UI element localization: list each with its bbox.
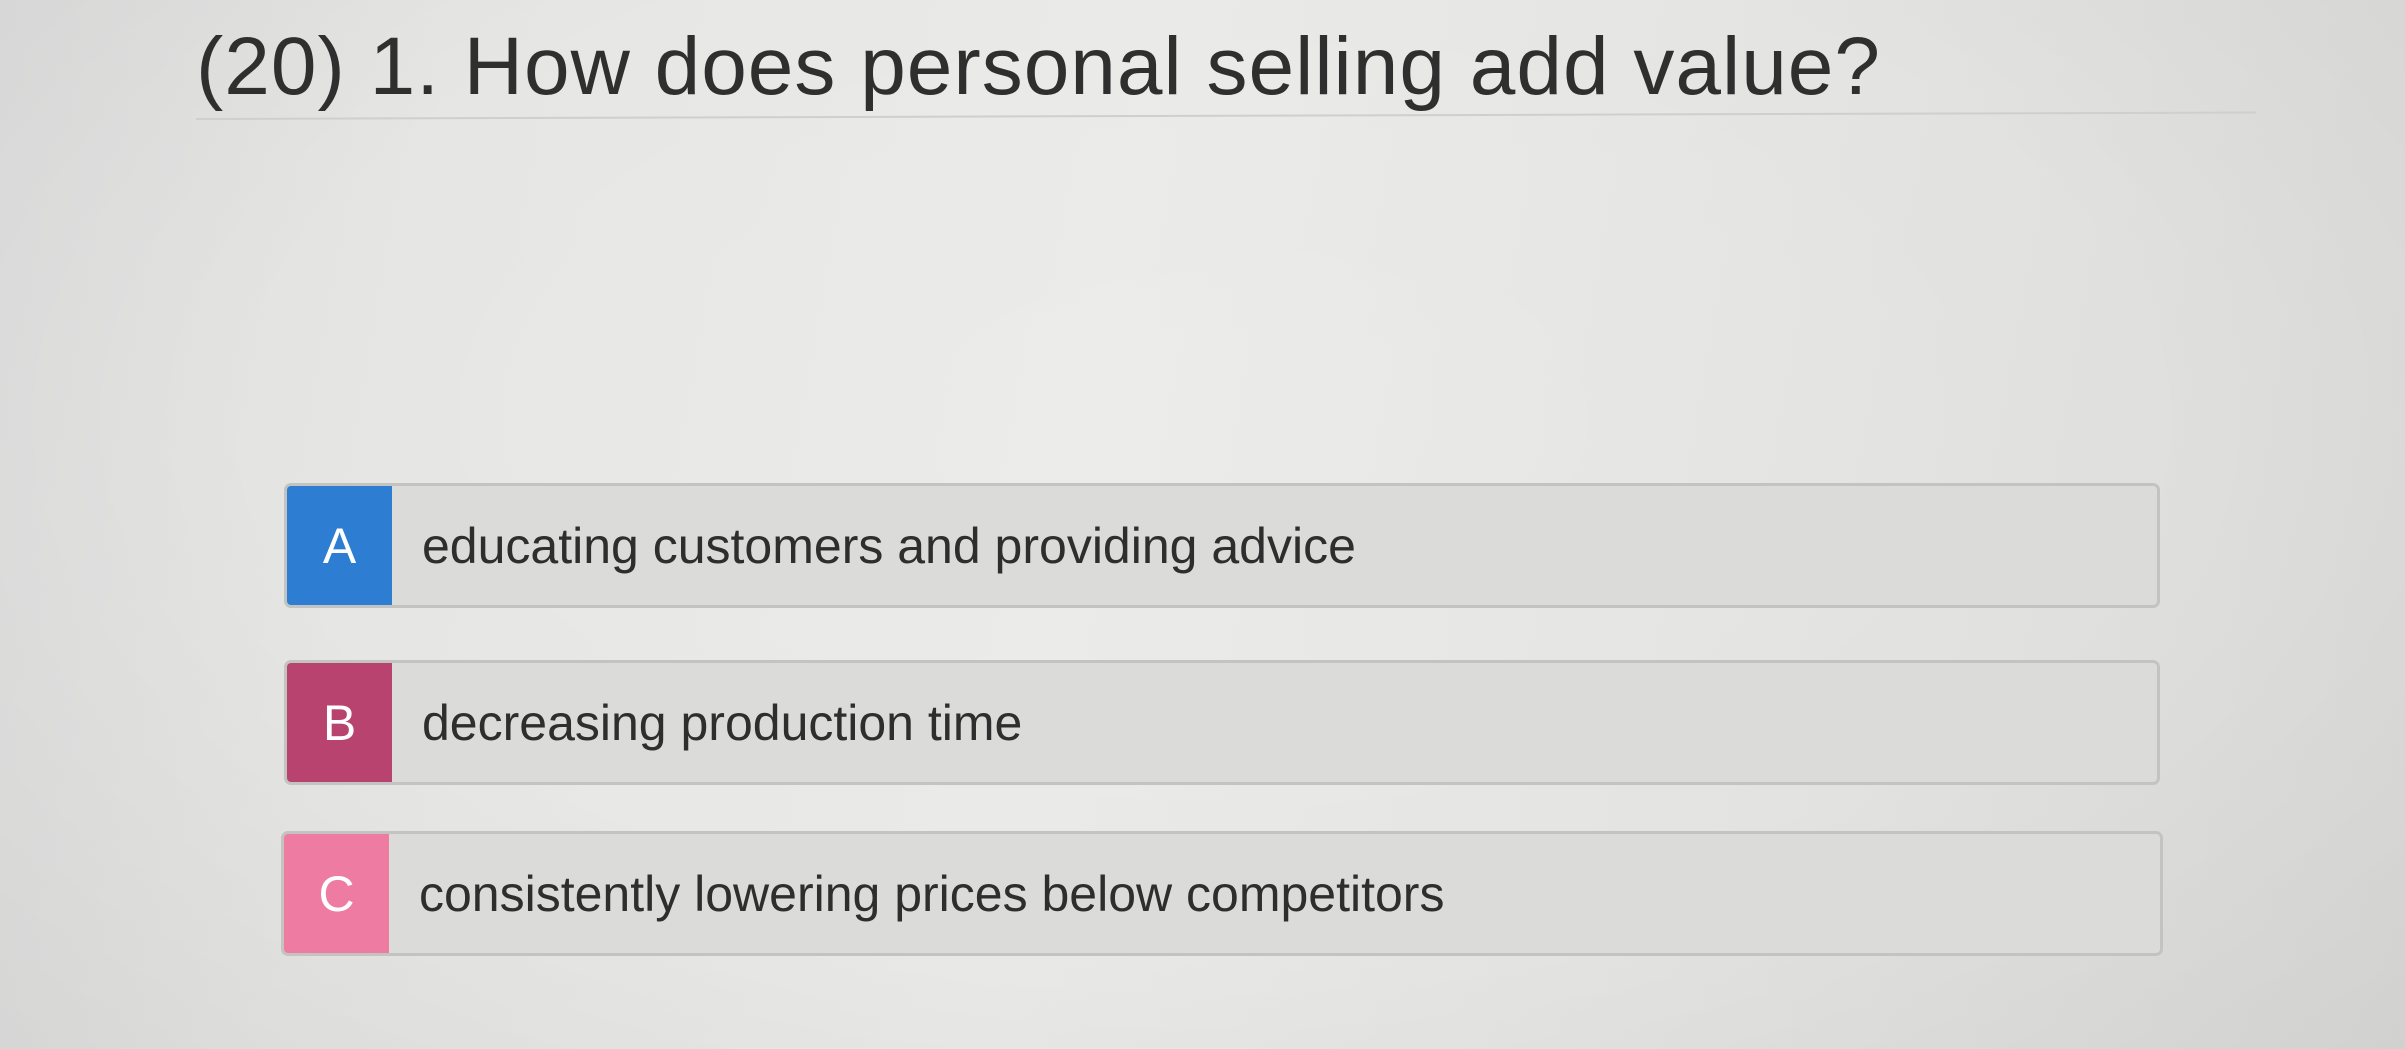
option-letter-badge-c: C: [284, 834, 389, 953]
answer-option-b[interactable]: B decreasing production time: [284, 660, 2160, 785]
option-letter-badge-b: B: [287, 663, 392, 782]
option-letter-badge-a: A: [287, 486, 392, 605]
answer-option-c[interactable]: C consistently lowering prices below com…: [281, 831, 2163, 956]
question-title: (20) 1. How does personal selling add va…: [196, 21, 1882, 112]
option-text-c: consistently lowering prices below compe…: [419, 865, 1445, 922]
option-text-a: educating customers and providing advice: [422, 517, 1356, 574]
option-text-b: decreasing production time: [422, 694, 1023, 751]
answer-option-a[interactable]: A educating customers and providing advi…: [284, 483, 2160, 608]
